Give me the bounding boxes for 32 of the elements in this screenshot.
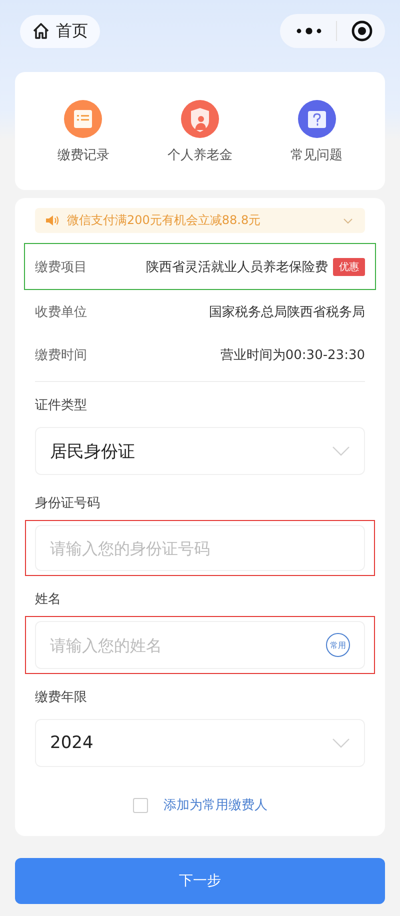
field-label: 身份证号码 bbox=[35, 495, 101, 512]
field-label: 姓名 bbox=[35, 591, 62, 608]
next-button[interactable]: 下一步 bbox=[15, 858, 385, 904]
checkbox[interactable] bbox=[132, 798, 148, 812]
frequent-button[interactable]: 常用 bbox=[326, 633, 350, 657]
chevron-down-icon bbox=[332, 446, 350, 456]
info-label: 缴费项目 bbox=[35, 258, 87, 276]
field-label: 缴费年限 bbox=[35, 689, 88, 706]
discount-tag: 优惠 bbox=[333, 258, 365, 276]
info-value: 陕西省灵活就业人员养老保险费 bbox=[146, 258, 328, 276]
select-field[interactable]: 居民身份证 bbox=[35, 427, 365, 475]
info-value: 营业时间为00:30-23:30 bbox=[220, 346, 365, 364]
shortcut-label: 缴费记录 bbox=[57, 146, 110, 164]
shortcut-label: 常见问题 bbox=[290, 146, 343, 164]
shortcut-item[interactable]: 个人养老金 bbox=[150, 98, 250, 164]
shortcut-label: 个人养老金 bbox=[167, 146, 232, 164]
info-label: 缴费时间 bbox=[35, 346, 87, 364]
info-value: 国家税务总局陕西省税务局 bbox=[209, 304, 365, 320]
info-label: 收费单位 bbox=[35, 304, 87, 320]
checkbox-label[interactable]: 添加为常用缴费人 bbox=[164, 796, 268, 814]
chevron-down-icon bbox=[343, 218, 353, 224]
input-field[interactable]: 请输入您的姓名 常用 bbox=[35, 621, 365, 669]
field-label: 证件类型 bbox=[35, 397, 88, 414]
speaker-icon bbox=[45, 215, 59, 226]
shortcut-item[interactable]: 常见问题 bbox=[266, 98, 367, 164]
more-icon[interactable] bbox=[296, 27, 322, 35]
shortcut-item[interactable]: 缴费记录 bbox=[33, 98, 134, 164]
select-field[interactable]: 2024 bbox=[35, 719, 365, 767]
input-field[interactable]: 请输入您的身份证号码 bbox=[35, 525, 365, 571]
home-button[interactable]: 首页 bbox=[20, 14, 100, 48]
chevron-down-icon bbox=[332, 738, 350, 748]
home-icon bbox=[32, 22, 50, 40]
